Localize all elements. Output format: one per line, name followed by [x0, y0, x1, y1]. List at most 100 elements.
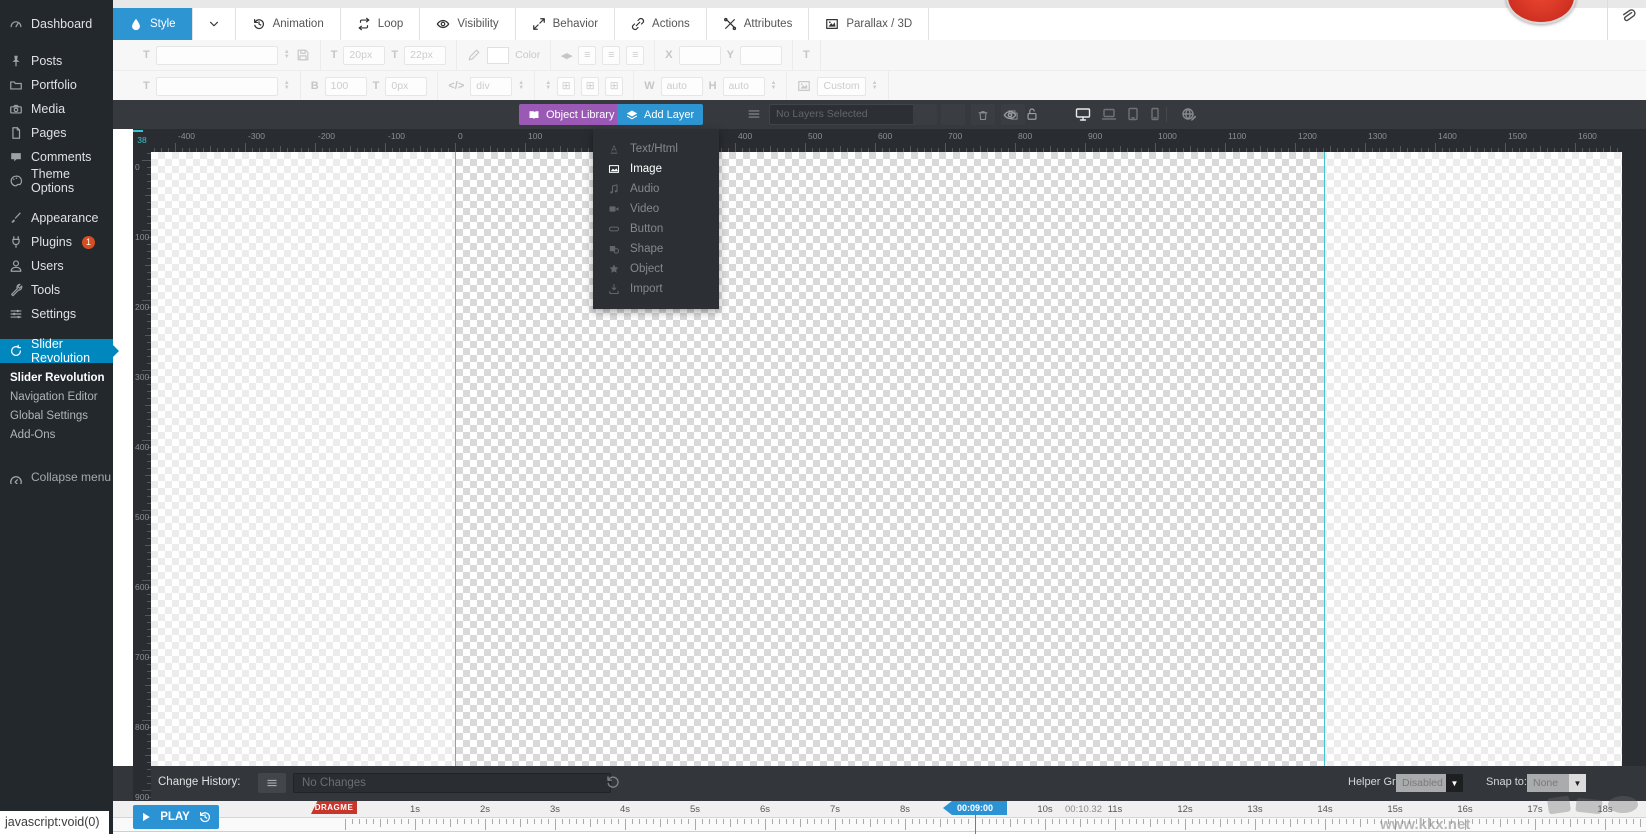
add-layer-menu-item-shape[interactable]: Shape [593, 239, 719, 259]
desktop-view-icon[interactable] [1075, 106, 1091, 122]
v-align-top-button[interactable]: ⊞ [557, 77, 575, 96]
selected-layers-field[interactable]: No Layers Selected [769, 104, 921, 125]
add-layer-menu-item-image[interactable]: Image [593, 159, 719, 179]
tablet-view-icon[interactable] [1125, 106, 1141, 122]
align-center-button[interactable]: ≡ [602, 46, 620, 65]
tab-style[interactable]: Style [113, 8, 193, 40]
collapse-menu-button[interactable]: Collapse menu [0, 465, 113, 489]
align-group-2: ▲▼ ⊞ ⊞ ⊞ [535, 71, 634, 101]
add-layer-menu-item-video[interactable]: Video [593, 199, 719, 219]
sidebar-item-theme-options[interactable]: Theme Options [0, 169, 113, 193]
ruler-label: 100 [135, 232, 149, 242]
custom-size-select[interactable]: Custom [817, 77, 865, 96]
ruler-tick [147, 741, 151, 742]
object-library-button[interactable]: Object Library [519, 104, 623, 125]
slide-canvas[interactable] [151, 152, 1622, 766]
h-field[interactable]: auto [723, 77, 765, 96]
tab-more[interactable] [193, 8, 236, 40]
font-family-stepper[interactable]: ▲▼ [284, 50, 290, 60]
timeline-tick [345, 819, 346, 830]
sidebar-item-pages[interactable]: Pages [0, 121, 113, 145]
align-left-button[interactable]: ≡ [578, 46, 596, 65]
sidebar-subitem-add-ons[interactable]: Add-Ons [0, 426, 113, 445]
tab-visibility[interactable]: Visibility [420, 8, 515, 40]
sidebar-subitem-global-settings[interactable]: Global Settings [0, 407, 113, 426]
dragme-marker[interactable]: DRAGME [311, 801, 357, 814]
w-field[interactable]: auto [661, 77, 703, 96]
x-field[interactable] [679, 46, 721, 65]
v-align-middle-button[interactable]: ⊞ [581, 77, 599, 96]
sidebar-item-tools[interactable]: Tools [0, 278, 113, 302]
paperclip-icon[interactable] [1619, 7, 1638, 26]
font-family-select[interactable] [156, 46, 278, 65]
add-layer-menu-item-text-html[interactable]: Text/Html [593, 139, 719, 159]
laptop-view-icon[interactable] [1101, 106, 1117, 122]
tag-select[interactable]: div [470, 77, 512, 96]
sidebar-item-settings[interactable]: Settings [0, 302, 113, 326]
ruler-tick [147, 482, 151, 483]
tab-behavior[interactable]: Behavior [516, 8, 615, 40]
layer-action-button-1[interactable] [913, 104, 937, 125]
layer-list-icon[interactable] [747, 107, 761, 121]
add-layer-menu-item-button[interactable]: Button [593, 219, 719, 239]
tag-stepper[interactable]: ▲▼ [518, 81, 524, 91]
sidebar-subitem-navigation-editor[interactable]: Navigation Editor [0, 388, 113, 407]
sidebar-item-posts[interactable]: Posts [0, 49, 113, 73]
timeline-tick [1563, 819, 1564, 824]
delete-layer-button[interactable] [971, 104, 995, 125]
ruler-tick [147, 293, 151, 294]
sidebar-subitem-slider-revolution[interactable]: Slider Revolution [0, 369, 113, 388]
sidebar-item-users[interactable]: Users [0, 254, 113, 278]
tab-parallax-3d[interactable]: Parallax / 3D [809, 8, 929, 40]
playhead-marker[interactable]: 00:09:00 [943, 801, 1007, 815]
timeline-tick [1150, 819, 1151, 827]
undo-history-icon[interactable] [605, 774, 621, 790]
sidebar-item-comments[interactable]: Comments [0, 145, 113, 169]
size-link-stepper[interactable]: ▲▼ [771, 81, 777, 91]
layer-action-button-2[interactable] [941, 104, 965, 125]
save-style-icon[interactable] [296, 48, 310, 62]
weight-select[interactable]: 100 [325, 77, 367, 96]
add-layer-menu-item-audio[interactable]: Audio [593, 179, 719, 199]
custom-size-stepper[interactable]: ▲▼ [872, 81, 878, 91]
sidebar-item-slider-revolution[interactable]: Slider Revolution [0, 339, 113, 363]
add-layer-menu-item-object[interactable]: Object [593, 259, 719, 279]
sidebar-item-appearance[interactable]: Appearance [0, 206, 113, 230]
sidebar-item-dashboard[interactable]: Dashboard [0, 12, 113, 36]
v-align-stepper[interactable]: ▲▼ [545, 81, 551, 91]
timeline-tick [660, 819, 661, 827]
phone-view-icon[interactable] [1147, 106, 1163, 122]
letter-spacing-field[interactable]: 0px [385, 77, 427, 96]
unlock-icon[interactable] [1025, 107, 1039, 121]
font-style-stepper[interactable]: ▲▼ [284, 81, 290, 91]
add-layer-menu-item-import[interactable]: Import [593, 279, 719, 299]
tab-attributes[interactable]: Attributes [707, 8, 810, 40]
globe-edit-icon[interactable] [1181, 106, 1197, 122]
helper-grid-arrow[interactable]: ▼ [1446, 774, 1463, 792]
sidebar-item-portfolio[interactable]: Portfolio [0, 73, 113, 97]
history-list-button[interactable] [258, 773, 286, 793]
timeline-tick [891, 819, 892, 824]
line-height-field[interactable]: 22px [404, 46, 446, 65]
snap-to-arrow[interactable]: ▼ [1569, 774, 1586, 792]
slide-content-area[interactable] [455, 152, 1325, 766]
color-swatch[interactable] [487, 47, 509, 64]
sidebar-item-plugins[interactable]: Plugins1 [0, 230, 113, 254]
v-align-bottom-button[interactable]: ⊞ [605, 77, 623, 96]
ruler-tick [145, 475, 151, 476]
timeline-tick [653, 819, 654, 824]
tab-loop[interactable]: Loop [341, 8, 421, 40]
history-status-field[interactable]: No Changes [293, 773, 611, 793]
timeline-tick [485, 819, 486, 830]
tab-animation[interactable]: Animation [236, 8, 341, 40]
add-layer-button[interactable]: Add Layer [617, 104, 703, 125]
eye-icon[interactable] [1003, 108, 1017, 122]
y-field[interactable] [740, 46, 782, 65]
tab-actions[interactable]: Actions [615, 8, 707, 40]
play-button[interactable]: PLAY [133, 805, 219, 829]
font-style-select[interactable] [156, 77, 278, 96]
snap-to-select[interactable]: None [1527, 774, 1575, 792]
sidebar-item-media[interactable]: Media [0, 97, 113, 121]
align-right-button[interactable]: ≡ [626, 46, 644, 65]
font-size-field[interactable]: 20px [343, 46, 385, 65]
